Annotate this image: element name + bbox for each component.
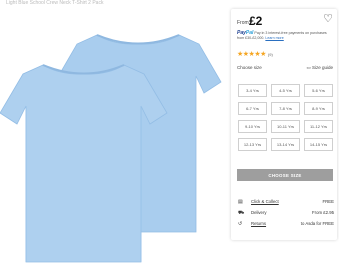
delivery-options: ▤ Click & Collect FREE ⛟ Delivery From £…	[238, 198, 334, 231]
paypal-message: PayPal Pay in 3 interest-free payments o…	[237, 31, 333, 41]
price-prefix: From	[237, 20, 249, 26]
choose-size-button[interactable]: CHOOSE SIZE	[237, 169, 333, 181]
learn-more-link[interactable]: Learn more	[265, 36, 283, 40]
size-option[interactable]: 11-12 Yrs	[304, 120, 333, 133]
size-header: Choose size ▭ Size guide	[237, 65, 333, 70]
breadcrumb: Light Blue School Crew Neck T-Shirt 2 Pa…	[6, 0, 104, 6]
size-grid: 3-4 Yrs 4-5 Yrs 5-6 Yrs 6-7 Yrs 7-8 Yrs …	[238, 84, 334, 151]
size-option[interactable]: 9-10 Yrs	[238, 120, 267, 133]
size-option[interactable]: 3-4 Yrs	[238, 84, 267, 97]
product-image[interactable]	[0, 10, 226, 270]
returns-link[interactable]: Returns	[251, 221, 266, 226]
size-option[interactable]: 13-14 Yrs	[271, 138, 300, 151]
delivery-row-click-collect: ▤ Click & Collect FREE	[238, 198, 334, 209]
returns-value: to Asda for FREE	[300, 221, 334, 226]
size-label: Choose size	[237, 65, 262, 70]
size-guide-link[interactable]: ▭ Size guide	[306, 65, 333, 71]
review-count: (9)	[267, 52, 273, 57]
size-option[interactable]: 12-13 Yrs	[238, 138, 267, 151]
truck-icon: ⛟	[238, 210, 245, 216]
delivery-row-returns: ↺ Returns to Asda for FREE	[238, 220, 334, 231]
delivery-row-delivery: ⛟ Delivery From £2.95	[238, 209, 334, 220]
click-collect-value: FREE	[322, 199, 334, 204]
heart-icon[interactable]: ♡	[323, 14, 333, 25]
size-option[interactable]: 5-6 Yrs	[304, 84, 333, 97]
size-option[interactable]: 6-7 Yrs	[238, 102, 267, 115]
delivery-value: From £2.95	[312, 210, 334, 215]
size-option[interactable]: 7-8 Yrs	[271, 102, 300, 115]
size-option[interactable]: 10-11 Yrs	[271, 120, 300, 133]
return-icon: ↺	[238, 221, 243, 227]
star-icon: ★★★★★	[237, 51, 266, 58]
click-collect-link[interactable]: Click & Collect	[251, 199, 279, 204]
rating[interactable]: ★★★★★ (9)	[237, 50, 273, 58]
size-option[interactable]: 8-9 Yrs	[304, 102, 333, 115]
size-option[interactable]: 4-5 Yrs	[271, 84, 300, 97]
tshirt-pack-image	[0, 34, 222, 263]
size-option[interactable]: 14-15 Yrs	[304, 138, 333, 151]
price-row: From £2 ♡	[237, 14, 333, 29]
store-icon: ▤	[238, 199, 243, 205]
price: £2	[249, 14, 263, 28]
delivery-label: Delivery	[251, 210, 267, 215]
